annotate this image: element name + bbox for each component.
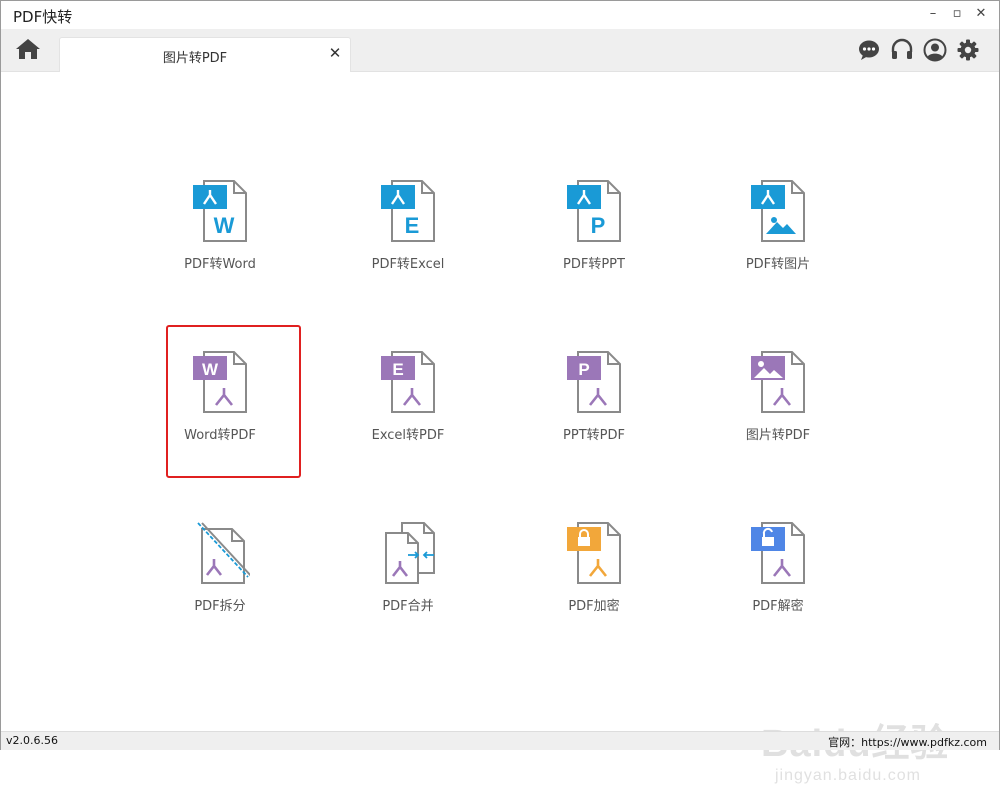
home-icon	[16, 39, 40, 59]
svg-text:P: P	[578, 360, 589, 379]
tab-label: 图片转PDF	[162, 51, 228, 66]
tool-pdf-to-word[interactable]: W PDF转Word	[150, 179, 290, 329]
settings-button[interactable]	[956, 38, 980, 62]
maximize-button[interactable]: ▫	[947, 5, 967, 23]
pdf-merge-icon	[385, 522, 435, 584]
tool-pdf-to-image[interactable]: PDF转图片	[708, 179, 848, 329]
selection-highlight	[166, 325, 301, 478]
pdf-to-ppt-icon: P	[567, 180, 621, 242]
tool-label: 图片转PDF	[745, 428, 811, 443]
user-button[interactable]	[923, 38, 947, 62]
tool-pdf-encrypt[interactable]: PDF加密	[524, 521, 664, 671]
gear-icon	[957, 39, 979, 61]
tool-label: PDF拆分	[194, 599, 246, 614]
tool-excel-to-pdf[interactable]: E Excel转PDF	[338, 350, 478, 500]
tool-pdf-decrypt[interactable]: PDF解密	[708, 521, 848, 671]
tool-label: PDF转图片	[745, 257, 811, 272]
tool-grid: W PDF转Word E PDF转Excel P PDF转PPT PDF转图片 …	[1, 72, 999, 784]
excel-to-pdf-icon: E	[381, 351, 435, 413]
minimize-button[interactable]: –	[923, 5, 943, 23]
pdf-to-word-icon: W	[193, 180, 247, 242]
website-link[interactable]: 官网：https://www.pdfkz.com	[828, 734, 987, 750]
toolbar: 图片转PDF ✕	[1, 29, 999, 73]
headset-icon	[891, 38, 913, 59]
tab-image-to-pdf[interactable]: 图片转PDF ✕	[59, 37, 351, 73]
pdf-split-icon	[197, 522, 250, 584]
tool-label: PDF转Word	[184, 257, 256, 272]
tool-image-to-pdf[interactable]: 图片转PDF	[708, 350, 848, 500]
support-button[interactable]	[890, 38, 914, 62]
ppt-to-pdf-icon: P	[567, 351, 621, 413]
pdf-to-excel-icon: E	[381, 180, 435, 242]
tool-pdf-merge[interactable]: PDF合并	[338, 521, 478, 671]
tool-label: PDF合并	[382, 599, 434, 614]
app-title: PDF快转	[13, 8, 73, 26]
chat-button[interactable]	[857, 38, 881, 62]
tool-pdf-split[interactable]: PDF拆分	[150, 521, 290, 671]
tool-pdf-to-excel[interactable]: E PDF转Excel	[338, 179, 478, 329]
svg-text:E: E	[405, 213, 420, 238]
tool-label: Excel转PDF	[371, 428, 445, 443]
pdf-decrypt-icon	[751, 522, 805, 584]
svg-text:W: W	[214, 213, 235, 238]
tool-label: PDF转Excel	[371, 257, 445, 272]
tool-label: PDF转PPT	[563, 257, 625, 272]
svg-text:P: P	[591, 213, 606, 238]
close-button[interactable]: ✕	[971, 5, 991, 23]
tool-label: PDF解密	[752, 599, 804, 614]
title-bar: PDF快转 – ▫ ✕	[1, 1, 999, 29]
tool-pdf-to-ppt[interactable]: P PDF转PPT	[524, 179, 664, 329]
pdf-to-image-icon	[751, 180, 805, 242]
status-bar: v2.0.6.56 官网：https://www.pdfkz.com	[1, 731, 999, 750]
tab-close-button[interactable]: ✕	[326, 44, 344, 62]
home-button[interactable]	[15, 37, 43, 63]
pdf-encrypt-icon	[567, 522, 621, 584]
tool-ppt-to-pdf[interactable]: P PPT转PDF	[524, 350, 664, 500]
app-window: PDF快转 – ▫ ✕ 图片转PDF ✕ W PDF转Word E PDF转Ex…	[0, 0, 1000, 784]
tool-label: PPT转PDF	[563, 428, 625, 443]
svg-text:E: E	[392, 360, 403, 379]
version-text: v2.0.6.56	[6, 734, 58, 747]
image-to-pdf-icon	[751, 351, 805, 413]
tool-label: PDF加密	[568, 599, 620, 614]
user-icon	[923, 38, 947, 62]
chat-icon	[859, 40, 879, 60]
watermark-sub: jingyan.baidu.com	[775, 767, 921, 784]
